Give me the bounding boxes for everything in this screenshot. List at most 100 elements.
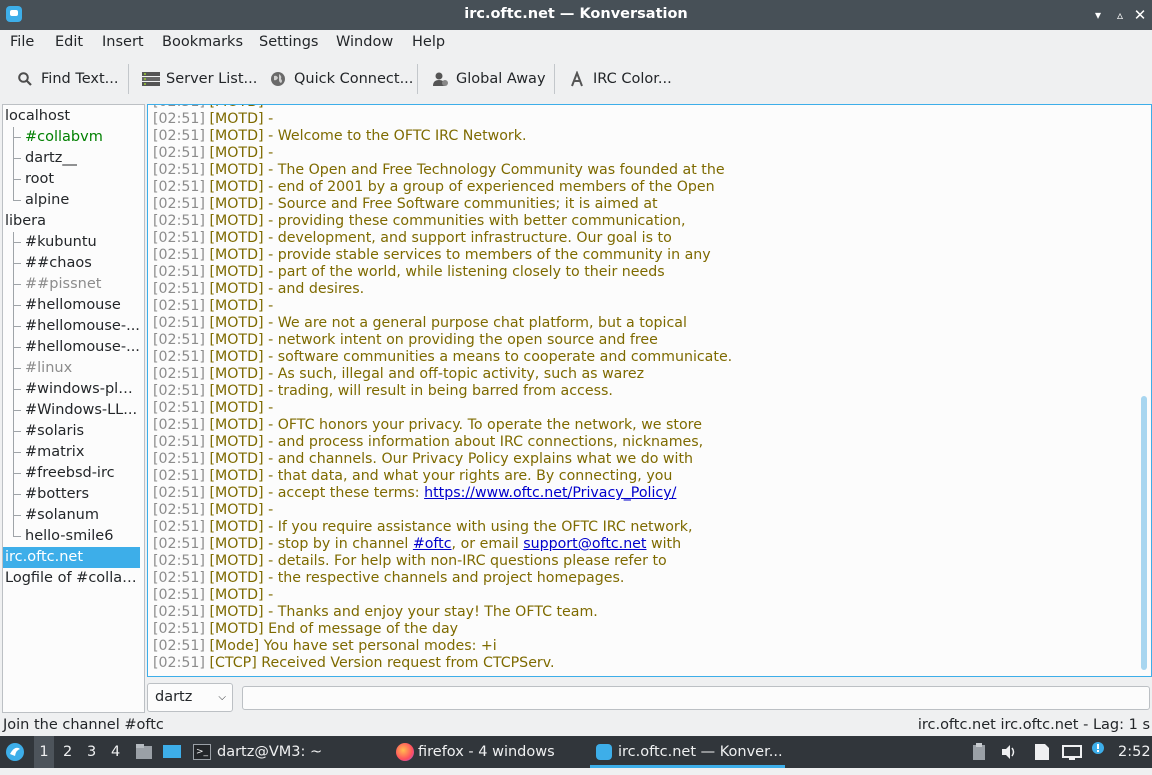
user-away-icon [432,71,448,87]
global-away-button[interactable]: Global Away [432,68,546,90]
chat-message: [02:51] [Mode] You have set personal mod… [153,638,497,655]
tree-server-item[interactable]: localhost [5,106,140,127]
tree-channel-item[interactable]: #windows-ple... [25,379,140,400]
find-text-label: Find Text... [41,71,119,87]
menu-bookmarks[interactable]: Bookmarks [162,34,243,50]
tree-server-item[interactable]: libera [5,211,140,232]
tree-channel-item[interactable]: ##chaos [25,253,140,274]
tree-channel-item[interactable]: hello-smile6 [25,526,140,547]
message-text: - providing these communities with bette… [263,213,686,229]
text-color-icon [569,70,585,87]
chat-message: [02:51] [MOTD] - [153,587,273,604]
message-link[interactable]: #oftc [413,536,452,552]
window-title: irc.oftc.net — Konversation [464,6,688,22]
minimize-icon[interactable]: ▾ [1088,5,1108,25]
status-server-lag: irc.oftc.net irc.oftc.net - Lag: 1 s [917,717,1150,733]
tree-channel-item[interactable]: #solaris [25,421,140,442]
message-text: - and process information about IRC conn… [263,434,704,450]
quick-connect-button[interactable]: Quick Connect... [270,68,413,90]
status-bar: Join the channel #oftc irc.oftc.net irc.… [0,714,1152,736]
tree-server-item[interactable]: irc.oftc.net [3,547,140,568]
clipboard-icon[interactable] [972,736,988,768]
message-text: - software communities a means to cooper… [263,349,733,365]
nickname-selector[interactable]: dartz ⌵ [147,683,233,712]
find-text-button[interactable]: Find Text... [17,68,118,90]
network-icon[interactable] [1062,736,1084,768]
tree-channel-item[interactable]: #freebsd-irc [25,463,140,484]
menu-help[interactable]: Help [412,34,445,50]
channel-tree[interactable]: localhost #collabvm dartz__ root alpine liber… [2,104,145,713]
tree-channel-item[interactable]: #hellomouse [25,295,140,316]
taskbar-task-terminal[interactable]: >_ dartz@VM3: ~ [193,736,322,768]
message-type: [MOTD] [209,264,264,280]
chat-message: [02:51] [MOTD] - software communities a … [153,349,732,366]
desktop-4[interactable]: 4 [111,736,120,768]
message-timestamp: [02:51] [153,383,205,399]
tree-channel-item[interactable]: alpine [25,190,140,211]
tree-server-item[interactable]: Logfile of #collab... [5,568,140,589]
irc-color-button[interactable]: IRC Color... [569,68,672,90]
tree-channel-item[interactable]: #collabvm [25,127,140,148]
show-desktop-icon[interactable] [162,736,184,768]
tree-channel-item[interactable]: #hellomouse-... [25,316,140,337]
tree-branch-line [13,536,21,537]
tree-channel-item[interactable]: #linux [25,358,140,379]
volume-icon[interactable] [1000,736,1020,768]
tree-channel-item[interactable]: ##pissnet [25,274,140,295]
desktop-3[interactable]: 3 [87,736,96,768]
tree-channel-item[interactable]: root [25,169,140,190]
menu-insert[interactable]: Insert [102,34,144,50]
chat-message: [02:51] [MOTD] - [153,145,273,162]
desktop-1[interactable]: 1 [34,736,54,768]
tree-channel-item[interactable]: dartz__ [25,148,140,169]
server-list-label: Server List... [166,71,258,87]
chat-view[interactable]: [02:51] [MOTD] -[02:51] [MOTD] -[02:51] … [147,104,1152,677]
chat-message: [02:51] [MOTD] - Thanks and enjoy your s… [153,604,598,621]
chat-scrollbar-thumb[interactable] [1141,396,1147,670]
chat-message: [02:51] [MOTD] - stop by in channel #oft… [153,536,681,553]
message-link[interactable]: https://www.oftc.net/Privacy_Policy/ [424,485,676,501]
maximize-icon[interactable]: ▵ [1110,5,1130,25]
tree-branch-line [13,200,21,201]
message-input[interactable] [242,686,1150,710]
start-menu-icon[interactable] [4,736,28,768]
tree-branch-line [13,326,21,327]
toolbar: Find Text... Server List... Quick Connec… [0,56,1152,102]
notes-icon[interactable] [1034,736,1054,768]
message-type: [MOTD] [209,162,264,178]
message-timestamp: [02:51] [153,638,205,654]
server-list-button[interactable]: Server List... [142,68,257,90]
taskbar-task-konversation[interactable]: irc.oftc.net — Konver... [590,736,785,768]
tree-channel-item[interactable]: #hellomouse-... [25,337,140,358]
menu-settings[interactable]: Settings [259,34,318,50]
chat-message: [02:51] [MOTD] - details. For help with … [153,553,667,570]
tree-channel-item[interactable]: #solanum [25,505,140,526]
message-type: [MOTD] [209,179,264,195]
close-icon[interactable]: ✕ [1130,5,1150,25]
message-text: - end of 2001 by a group of experienced … [263,179,715,195]
message-type: [MOTD] [209,332,264,348]
window-titlebar[interactable]: irc.oftc.net — Konversation ▾ ▵ ✕ [0,0,1152,30]
message-text: - If you require assistance with using t… [263,519,693,535]
file-manager-icon[interactable] [135,736,155,768]
globe-icon [270,71,286,87]
message-type: [MOTD] [209,519,264,535]
clock[interactable]: 2:52 [1118,736,1151,768]
message-timestamp: [02:51] [153,417,205,433]
taskbar-task-firefox[interactable]: firefox - 4 windows [396,736,555,768]
notifications-icon[interactable] [1090,736,1108,768]
chat-message: [02:51] [MOTD] - Welcome to the OFTC IRC… [153,128,526,145]
desktop-2[interactable]: 2 [63,736,72,768]
message-text: - [263,145,274,161]
tree-channel-item[interactable]: #Windows-LL... [25,400,140,421]
tree-channel-item[interactable]: #matrix [25,442,140,463]
message-link[interactable]: support@oftc.net [523,536,646,552]
chat-message: [02:51] [MOTD] - that data, and what you… [153,468,672,485]
tree-branch-line [13,127,14,201]
menu-file[interactable]: File [10,34,34,50]
tree-channel-item[interactable]: #kubuntu [25,232,140,253]
menu-edit[interactable]: Edit [55,34,83,50]
tree-channel-item[interactable]: #botters [25,484,140,505]
message-timestamp: [02:51] [153,400,205,416]
menu-window[interactable]: Window [336,34,393,50]
